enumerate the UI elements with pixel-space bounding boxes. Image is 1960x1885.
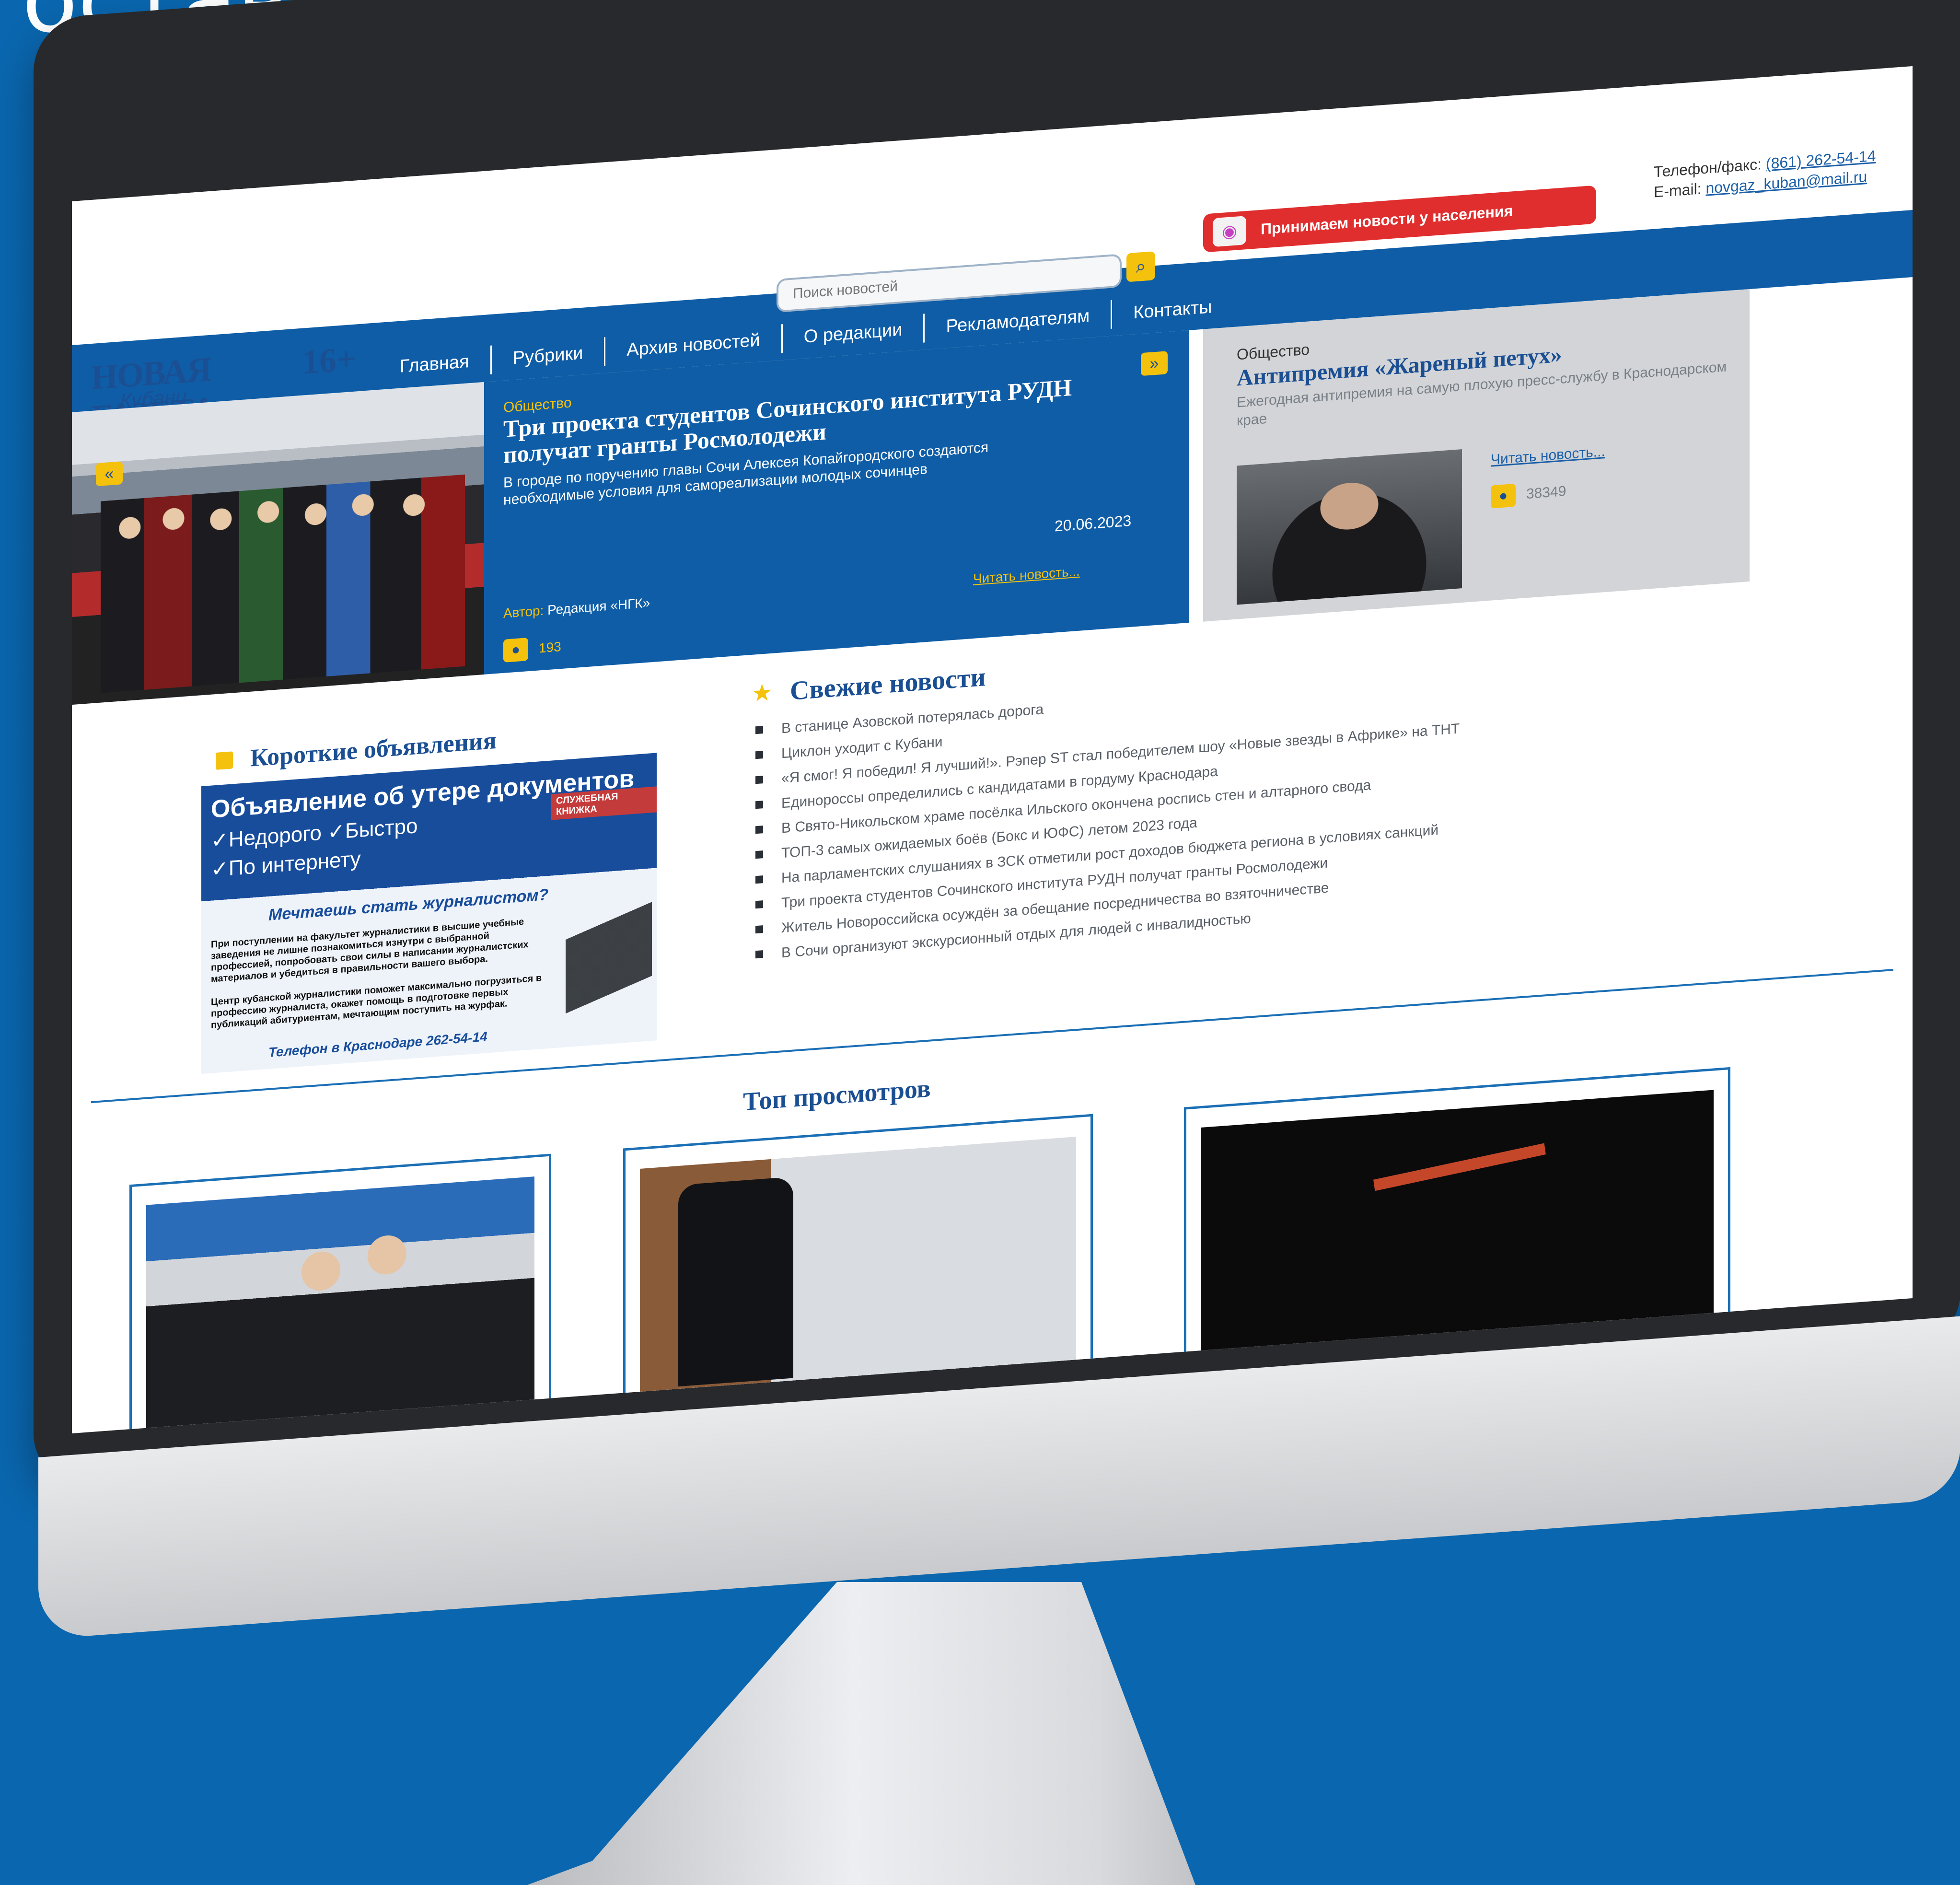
website-screen: НОВАЯ ГАЗЕТА Кубани 16+ ⌕ Принимаем ново…	[72, 66, 1913, 1433]
side-feature: Общество Антипремия «Жареный петух» Ежег…	[1203, 289, 1750, 622]
top-views-title: Топ просмотров	[743, 1073, 931, 1117]
hero-read-more-link[interactable]: Читать новость...	[973, 564, 1080, 587]
camera-silhouette-icon	[566, 878, 652, 1038]
nav-item-contacts[interactable]: Контакты	[1112, 291, 1233, 329]
star-icon: ★	[753, 680, 772, 706]
microphone-icon: ◉	[1213, 216, 1246, 247]
top-card-2[interactable]	[623, 1114, 1093, 1398]
age-rating: 16+	[302, 339, 357, 382]
top-card-image	[1201, 1090, 1714, 1353]
chevron-left-icon[interactable]: «	[96, 461, 123, 487]
ad-body-1: При поступлении на факультет журналистик…	[211, 916, 529, 985]
top-card-image	[640, 1137, 1076, 1394]
nav-item-rubrics[interactable]: Рубрики	[491, 337, 606, 374]
chevron-right-icon[interactable]: »	[1141, 351, 1168, 376]
monitor-stand	[527, 1582, 1195, 1885]
hero-date: 20.06.2023	[1055, 512, 1132, 535]
search-button[interactable]: ⌕	[1126, 251, 1155, 282]
ad-banner[interactable]: Объявление об утере документов ✓Недорого…	[201, 753, 657, 1074]
top-card-3[interactable]	[1184, 1067, 1730, 1357]
hero-views: ● 193	[503, 635, 561, 663]
fresh-news-title: ★ Свежие новости	[753, 662, 986, 710]
side-views-count: 38349	[1526, 483, 1566, 502]
top-card-image	[146, 1176, 534, 1431]
side-photo[interactable]	[1237, 449, 1462, 605]
fresh-title-text: Свежие новости	[790, 662, 986, 706]
fresh-news-list: В станице Азовской потерялась дорога Цик…	[753, 655, 1663, 971]
side-views: ● 38349	[1491, 480, 1566, 509]
square-bullet-icon	[216, 751, 233, 770]
hero-photo[interactable]	[72, 382, 484, 705]
top-card-1[interactable]	[129, 1153, 551, 1433]
hero-author: Автор: Редакция «НГК»	[503, 595, 650, 621]
hero-text: Общество Три проекта студентов Сочинског…	[503, 354, 1126, 509]
ad-phone: Телефон в Краснодаре 262-54-14	[268, 1029, 487, 1060]
hero-views-count: 193	[539, 639, 561, 656]
hero-photo-people	[101, 474, 465, 693]
email-label: E-mail:	[1654, 180, 1702, 201]
author-name: Редакция «НГК»	[547, 595, 650, 618]
eye-icon: ●	[503, 638, 528, 663]
side-read-more-link[interactable]: Читать новость...	[1491, 443, 1605, 468]
eye-icon: ●	[1491, 483, 1516, 509]
ads-title-text: Короткие объявления	[250, 726, 497, 772]
search-icon: ⌕	[1136, 256, 1146, 278]
author-label: Автор:	[503, 603, 544, 621]
nav-item-home[interactable]: Главная	[379, 345, 492, 383]
ad-line-3: ✓По интернету	[211, 847, 361, 882]
